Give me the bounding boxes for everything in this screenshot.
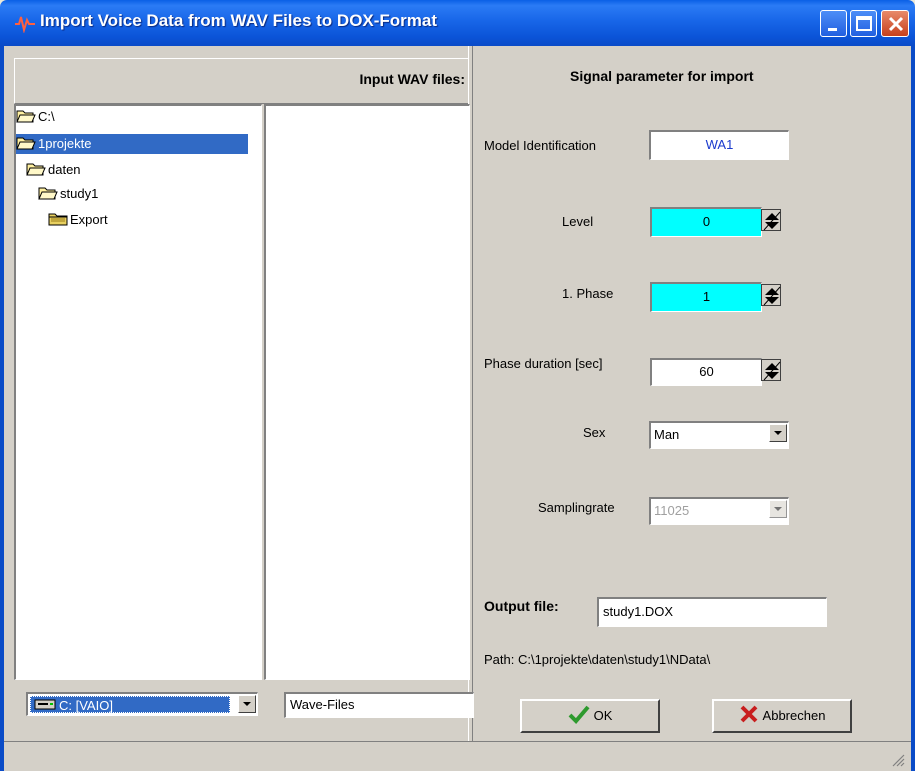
title-bar: Import Voice Data from WAV Files to DOX-… (0, 0, 915, 46)
minimize-button[interactable] (820, 10, 847, 37)
folder-closed-icon (48, 213, 68, 226)
output-path-text: Path: C:\1projekte\daten\study1\NData\ (484, 652, 711, 667)
drive-select-label: C: [VAIO] (59, 698, 113, 713)
folder-open-icon (16, 137, 36, 150)
ok-button-label: OK (593, 708, 613, 723)
cancel-button-label: Abbrechen (762, 708, 826, 723)
input-files-label: Input WAV files: (359, 71, 465, 87)
samplingrate-select[interactable]: 11025 (649, 497, 789, 525)
tree-item-label: daten (48, 162, 81, 177)
minimize-icon (828, 28, 837, 31)
cancel-button[interactable]: Abbrechen (712, 699, 852, 733)
sex-dropdown-button[interactable] (769, 424, 787, 442)
cancel-x-icon (740, 705, 757, 723)
close-button[interactable] (881, 10, 909, 37)
wav-file-list[interactable] (264, 104, 470, 680)
phase-spinner[interactable] (761, 284, 781, 306)
level-input[interactable]: 0 (650, 207, 762, 237)
phase-duration-label: Phase duration [sec] (484, 356, 603, 371)
model-id-input[interactable]: WA1 (649, 130, 789, 160)
phase-duration-input[interactable]: 60 (650, 358, 762, 386)
model-id-label: Model Identification (484, 138, 597, 153)
sex-select-value: Man (654, 427, 680, 442)
output-file-label: Output file: (484, 598, 559, 614)
output-file-input[interactable]: study1.DOX (597, 597, 827, 627)
close-icon (888, 16, 904, 32)
tree-item-export[interactable]: Export (48, 210, 114, 230)
checkmark-icon (568, 705, 590, 724)
tree-item-1projekte[interactable]: 1projekte (16, 134, 248, 154)
sex-select[interactable]: Man (649, 421, 789, 449)
tree-item-label: 1projekte (38, 136, 92, 151)
phase-label: 1. Phase (562, 286, 614, 301)
tree-item-label: C:\ (38, 109, 55, 124)
phase-duration-spinner[interactable] (761, 359, 781, 381)
spin-arrows-icon (763, 361, 781, 381)
tree-item-label: study1 (60, 186, 99, 201)
window-title: Import Voice Data from WAV Files to DOX-… (40, 11, 438, 30)
drive-select[interactable]: C: [VAIO] (26, 692, 258, 716)
level-spinner[interactable] (761, 209, 781, 231)
sex-label: Sex (583, 425, 606, 440)
spin-arrows-icon (763, 286, 781, 306)
status-bar (4, 741, 911, 771)
signal-panel-title: Signal parameter for import (570, 68, 754, 84)
samplingrate-dropdown-button[interactable] (769, 500, 787, 518)
ok-button[interactable]: OK (520, 699, 660, 733)
folder-open-icon (26, 163, 46, 176)
spin-arrows-icon (763, 211, 781, 231)
input-files-header: Input WAV files: (14, 58, 472, 104)
maximize-icon (856, 16, 872, 31)
resize-grip-icon[interactable] (891, 753, 905, 767)
folder-open-icon (16, 110, 36, 123)
tree-item-daten[interactable]: daten (26, 160, 87, 180)
drive-select-value: C: [VAIO] (30, 696, 230, 713)
waveform-icon (15, 16, 35, 33)
tree-item-label: Export (70, 212, 108, 227)
window-frame-right (911, 46, 915, 771)
file-type-filter[interactable]: Wave-Files (284, 692, 474, 718)
folder-tree[interactable]: C:\ 1projekte daten study1 Export (14, 104, 262, 680)
tree-item-study1[interactable]: study1 (38, 184, 104, 204)
hard-drive-icon (34, 699, 56, 710)
samplingrate-label: Samplingrate (538, 500, 615, 515)
level-label: Level (562, 214, 594, 229)
drive-dropdown-button[interactable] (238, 695, 256, 713)
folder-open-icon (38, 187, 58, 200)
maximize-button[interactable] (850, 10, 877, 37)
samplingrate-select-value: 11025 (654, 503, 690, 518)
phase-input[interactable]: 1 (650, 282, 762, 312)
tree-item-c-root[interactable]: C:\ (16, 107, 61, 127)
